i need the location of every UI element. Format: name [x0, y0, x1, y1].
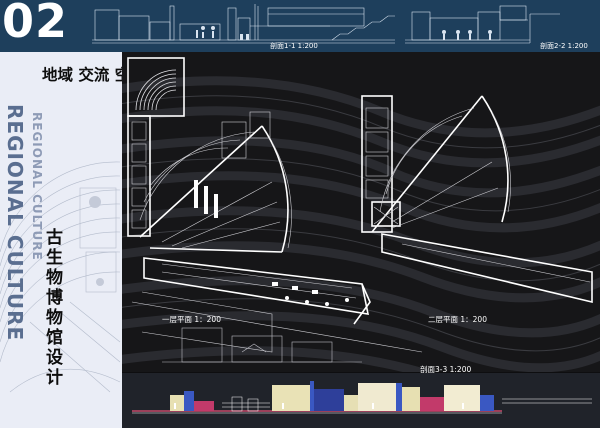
floor-1-plan-label: 一层平面 1：200: [162, 315, 221, 324]
title-line-2-text: 古生物博物馆设计: [42, 228, 62, 388]
section-3-3-drawing-area: [122, 373, 600, 428]
section-1-1-label: 剖面1-1 1:200: [270, 42, 318, 50]
section-2-2-label: 剖面2-2 1:200: [540, 42, 588, 50]
top-banner: 02 剖面1-1 1:200 剖面2-2 1:200: [0, 0, 600, 52]
section-3-3-drawing: [122, 373, 600, 428]
english-title-vertical: REGIONAL CULTURE: [3, 104, 27, 342]
project-title: 地域 交流 空间: [42, 66, 122, 84]
project-title-vertical: 古生物博物馆设计: [42, 228, 64, 388]
title-line-1-text: 地域 交流 空间: [42, 65, 122, 84]
floor-2-plan-label: 二层平面 1：200: [428, 315, 487, 324]
floor-plans-area: 一层平面 1：200 二层平面 1：200: [122, 52, 600, 372]
title-panel: REGIONAL CULTURE REGIONAL CULTURE 地域 交流 …: [0, 52, 122, 428]
